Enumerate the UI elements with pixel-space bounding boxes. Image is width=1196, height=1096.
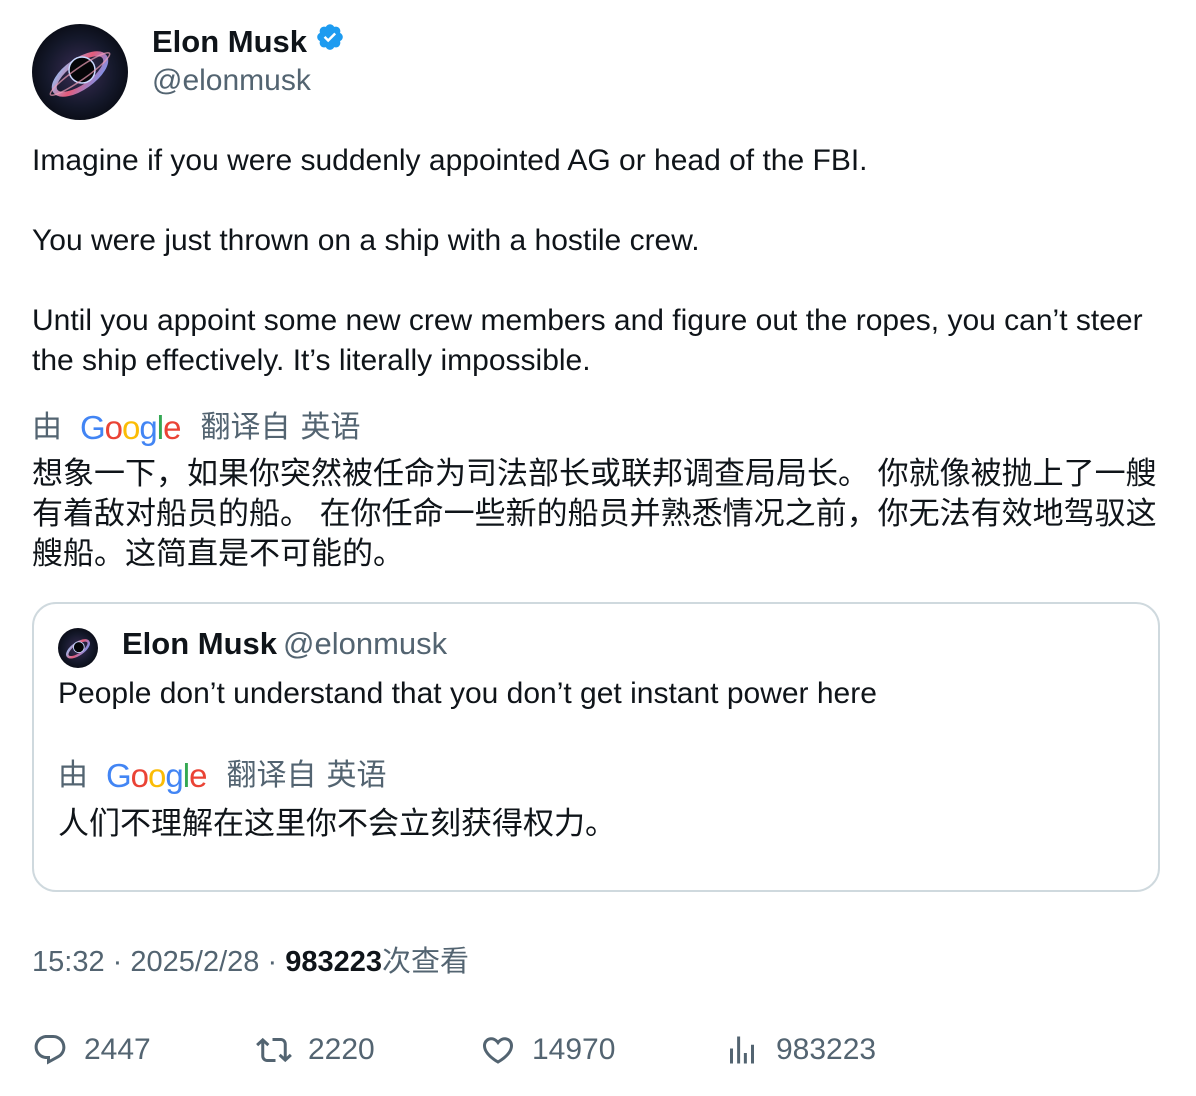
author-name-text[interactable]: Elon Musk (152, 23, 307, 61)
quoted-translation-label: 由 Google 翻译自 英语 (58, 756, 386, 796)
author-avatar[interactable] (32, 24, 128, 120)
quoted-tweet-text: People don’t understand that you don’t g… (58, 677, 877, 710)
reply-button[interactable]: 2447 (32, 1028, 151, 1072)
quoted-author-handle: @elonmusk (283, 626, 448, 661)
translation-label: 由 Google 翻译自 英语 (32, 408, 360, 448)
author-name[interactable]: Elon Musk (152, 22, 345, 61)
repost-count: 2220 (308, 1033, 375, 1066)
translated-from-text: 翻译自 (226, 759, 317, 792)
tweet-paragraph: Until you appoint some new crew members … (32, 304, 1143, 377)
translated-from-text: 翻译自 (200, 411, 291, 444)
tweet-paragraph: You were just thrown on a ship with a ho… (32, 224, 700, 257)
tweet-meta: 15:32 · 2025/2/28 · 983223次查看 (32, 942, 469, 982)
repost-icon (256, 1037, 292, 1063)
like-button[interactable]: 14970 (480, 1028, 615, 1072)
source-language: 英语 (300, 411, 361, 444)
meta-separator: · (112, 946, 123, 978)
tweet-translation: 想象一下，如果你突然被任命为司法部长或联邦调查局局长。 你就像被抛上了一艘有着敌… (32, 456, 1157, 571)
author-handle[interactable]: @elonmusk (152, 62, 311, 100)
views-count: 983223 (285, 946, 382, 978)
quoted-author-name: Elon Musk (122, 626, 278, 661)
tweet-time[interactable]: 15:32 (32, 946, 105, 978)
views-action-count: 983223 (776, 1033, 877, 1066)
tweet-date[interactable]: 2025/2/28 (130, 946, 259, 978)
reply-icon (34, 1035, 66, 1065)
quoted-tweet-card[interactable]: Elon Musk @elonmusk People don’t understa… (32, 602, 1160, 892)
meta-separator: · (267, 946, 278, 978)
like-count: 14970 (532, 1033, 616, 1066)
analytics-icon (730, 1036, 754, 1064)
repost-button[interactable]: 2220 (256, 1028, 375, 1072)
quoted-author-avatar (58, 628, 98, 668)
verified-badge-icon[interactable] (315, 22, 345, 61)
views-button[interactable]: 983223 (724, 1028, 876, 1072)
google-logo[interactable]: Google (80, 408, 181, 448)
views-label: 次查看 (381, 946, 469, 978)
quoted-tweet-translation: 人们不理解在这里你不会立刻获得权力。 (58, 806, 616, 841)
tweet-paragraph: Imagine if you were suddenly appointed A… (32, 144, 868, 177)
tweet-text: Imagine if you were suddenly appointed A… (32, 141, 1172, 381)
translated-by-text: 由 (58, 759, 88, 792)
translated-by-text: 由 (32, 411, 62, 444)
source-language: 英语 (326, 759, 387, 792)
heart-icon (482, 1037, 514, 1064)
quoted-author: Elon Musk @elonmusk (122, 624, 447, 664)
reply-count: 2447 (84, 1033, 151, 1066)
google-logo[interactable]: Google (106, 756, 207, 796)
